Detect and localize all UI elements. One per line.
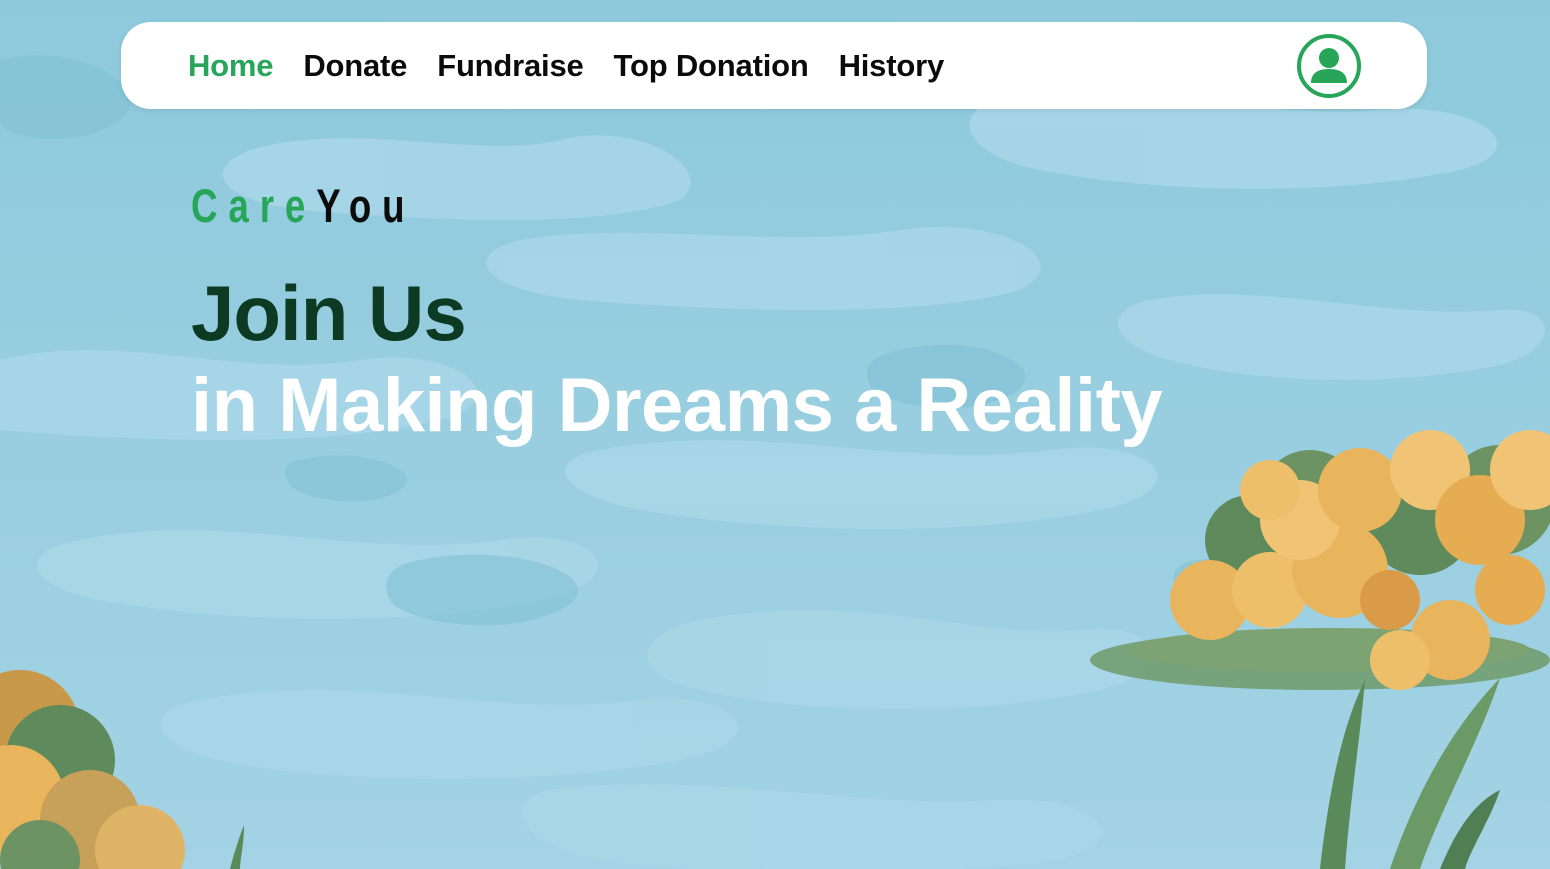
nav-item-top-donation[interactable]: Top Donation bbox=[614, 48, 809, 84]
nav-links: Home Donate Fundraise Top Donation Histo… bbox=[188, 22, 974, 109]
brand-logo: CareYou bbox=[191, 178, 415, 233]
nav-item-home[interactable]: Home bbox=[188, 48, 274, 84]
hero-subtitle: in Making Dreams a Reality bbox=[191, 363, 1163, 448]
nav-item-history[interactable]: History bbox=[839, 48, 945, 84]
top-navbar: Home Donate Fundraise Top Donation Histo… bbox=[121, 22, 1427, 109]
brand-name-part1: Care bbox=[191, 179, 317, 232]
brand-name-part2: You bbox=[316, 179, 416, 232]
nav-item-donate[interactable]: Donate bbox=[303, 48, 407, 84]
hero-title: Join Us bbox=[191, 269, 467, 357]
nav-item-fundraise[interactable]: Fundraise bbox=[437, 48, 584, 84]
landing-page: Home Donate Fundraise Top Donation Histo… bbox=[0, 0, 1550, 869]
user-profile-icon[interactable] bbox=[1296, 33, 1362, 99]
